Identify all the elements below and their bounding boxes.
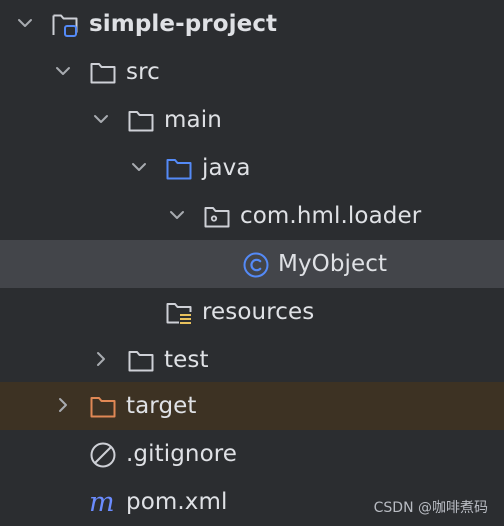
tree-row-label: target [126,393,197,419]
java-class-icon [242,251,270,279]
folder-icon [127,347,155,375]
chevron-right-icon[interactable] [89,336,113,384]
resources-folder-icon [165,299,193,327]
maven-icon: m [88,489,116,517]
tree-row-src[interactable]: src [0,48,504,96]
tree-row-test[interactable]: test [0,336,504,384]
chevron-down-icon[interactable] [51,48,75,96]
tree-row-label: simple-project [89,11,278,37]
project-tree: simple-project src main java com.hml.loa… [0,0,504,526]
tree-row-gitignore[interactable]: .gitignore [0,430,504,478]
tree-row-myobject[interactable]: MyObject [0,240,504,288]
chevron-down-icon[interactable] [127,144,151,192]
chevron-down-icon[interactable] [165,192,189,240]
package-icon [203,203,231,231]
tree-row-target[interactable]: target [0,382,504,430]
module-folder-icon [51,11,79,39]
tree-row-label: .gitignore [126,441,238,467]
tree-row-main[interactable]: main [0,96,504,144]
svg-text:m: m [89,489,115,517]
excluded-folder-icon [89,393,117,421]
chevron-down-icon[interactable] [89,96,113,144]
chevron-right-icon[interactable] [51,382,75,430]
tree-row-simple-project[interactable]: simple-project [0,0,504,48]
tree-row-label: main [164,107,222,133]
tree-row-label: src [126,59,160,85]
tree-row-label: pom.xml [126,489,228,515]
folder-icon [127,107,155,135]
tree-row-label: com.hml.loader [240,203,422,229]
ignored-file-icon [89,441,117,469]
tree-row-java[interactable]: java [0,144,504,192]
tree-row-label: resources [202,299,315,325]
tree-row-label: MyObject [278,251,388,277]
folder-icon [89,59,117,87]
tree-row-label: java [202,155,251,181]
tree-row-label: test [164,347,209,373]
tree-row-com-hml-loader[interactable]: com.hml.loader [0,192,504,240]
tree-row-resources[interactable]: resources [0,288,504,336]
watermark-text: CSDN @咖啡煮码 [373,500,488,516]
source-root-folder-icon [165,155,193,183]
chevron-down-icon[interactable] [13,0,37,48]
